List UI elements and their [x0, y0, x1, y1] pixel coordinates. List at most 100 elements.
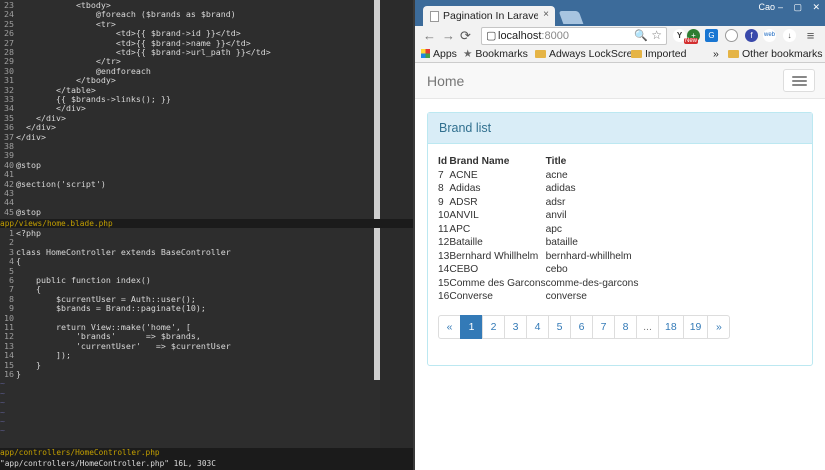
cell-id: 14 — [438, 264, 450, 276]
table-row: 13 Bernhard Whillhelm bernhard-whillhelm — [438, 250, 808, 264]
bookmark-star-icon[interactable]: ☆ — [651, 28, 662, 42]
other-bookmarks[interactable]: Other bookmarks — [728, 48, 823, 60]
cell-id: 10 — [438, 210, 450, 222]
forward-arrow-icon[interactable]: → — [442, 28, 455, 43]
cell-id: 15 — [438, 277, 450, 289]
code-editor[interactable]: 23 <tbody> 24 @foreach ($brands as $brand… — [0, 0, 413, 470]
editor-status-bottom: app/controllers/HomeController.php — [0, 448, 413, 457]
page-link-18[interactable]: 18 — [658, 315, 684, 339]
translate-icon[interactable]: G — [705, 29, 718, 42]
bookmark-bookmarks[interactable]: ★ Bookmarks — [463, 48, 528, 60]
brand-list-panel: Brand list Id Brand Name Title 7 ACNE acne… — [427, 112, 813, 366]
code-line[interactable]: 45 @stop — [0, 207, 374, 217]
table-row: 11 APC apc — [438, 223, 808, 237]
cell-name: ACNE — [449, 169, 478, 181]
cell-title: acne — [545, 169, 568, 181]
editor-scrollbar-top[interactable] — [374, 0, 380, 219]
editor-scrollbar-bottom[interactable] — [374, 228, 380, 380]
apps-icon — [421, 49, 430, 58]
page-link-5[interactable]: 5 — [548, 315, 571, 339]
page-icon — [430, 11, 439, 22]
window-controls[interactable]: – ▢ ✕ — [778, 2, 824, 13]
bookmarks-bar: Apps ★ Bookmarks Adways LockScre Importe… — [415, 46, 825, 63]
next-page-link[interactable]: » — [707, 315, 731, 339]
reload-icon[interactable]: ⟳ — [460, 28, 471, 44]
cell-name: APC — [449, 223, 471, 235]
star-icon: ★ — [463, 48, 476, 60]
column-header-id: Id — [438, 156, 448, 168]
cell-name: Converse — [449, 291, 493, 303]
facebook-icon[interactable]: f — [745, 29, 758, 42]
url-port: :8000 — [541, 30, 569, 42]
panel-heading: Brand list — [428, 113, 812, 144]
cell-title: cebo — [545, 264, 568, 276]
page-link-6[interactable]: 6 — [570, 315, 593, 339]
cell-name: Bernhard Whillhelm — [449, 250, 539, 262]
address-bar[interactable]: ▢ localhost:8000 🔍 ☆ — [481, 27, 667, 45]
table-header-row: Id Brand Name Title — [438, 155, 808, 169]
editor-status-top: app/views/home.blade.php — [0, 219, 413, 228]
panel-title: Brand list — [439, 121, 492, 135]
page-link-2[interactable]: 2 — [482, 315, 505, 339]
navbar-toggle-button[interactable] — [783, 69, 815, 92]
tab-strip: Pagination In Laravel × Cao – ▢ ✕ — [415, 0, 825, 26]
empty-buffer-line: ~ — [0, 425, 5, 436]
bookmark-apps[interactable]: Apps — [421, 48, 457, 60]
brand-table: Id Brand Name Title 7 ACNE acne 8 Adidas adid… — [438, 155, 808, 304]
cell-title: anvil — [545, 210, 567, 222]
table-row: 14 CEBO cebo — [438, 263, 808, 277]
cell-id: 8 — [438, 183, 444, 195]
folder-icon — [535, 50, 546, 58]
column-header-brand-name: Brand Name — [449, 156, 510, 168]
previous-page-link[interactable]: « — [438, 315, 461, 339]
pagination: «1 2 3 4 5 6 7 8... 18 19» — [438, 315, 731, 339]
cell-name: Adidas — [449, 183, 481, 195]
column-header-title: Title — [545, 156, 567, 168]
cell-name: Comme des Garcons — [449, 277, 546, 289]
web-extension-icon[interactable]: web — [763, 29, 776, 42]
page-link-19[interactable]: 19 — [682, 315, 709, 339]
table-row: 10 ANVIL anvil — [438, 209, 808, 223]
cell-title: comme-des-garcons — [545, 277, 639, 289]
new-tab-button[interactable] — [558, 11, 584, 24]
cell-id: 7 — [438, 169, 444, 181]
profile-name[interactable]: Cao — [758, 2, 775, 12]
table-row: 15 Comme des Garcons comme-des-garcons — [438, 277, 808, 291]
page-link-4[interactable]: 4 — [526, 315, 549, 339]
page-content: Home Brand list Id Brand Name Title 7 AC… — [415, 63, 825, 470]
download-icon[interactable]: ↓ — [783, 29, 796, 42]
page-link-1[interactable]: 1 — [460, 315, 483, 339]
browser-window: Pagination In Laravel × Cao – ▢ ✕ ← → ⟳ … — [413, 0, 825, 470]
browser-tab[interactable]: Pagination In Laravel × — [423, 6, 555, 26]
cell-title: apc — [545, 223, 563, 235]
navbar: Home — [415, 63, 825, 99]
bookmark-adways[interactable]: Adways LockScre — [535, 48, 631, 60]
search-icon[interactable]: 🔍 — [634, 29, 648, 42]
editor-pane-home-controller[interactable]: 1 <?php 2 3 class HomeController extends Bas… — [0, 228, 380, 448]
page-link-7[interactable]: 7 — [592, 315, 615, 339]
page-link-8[interactable]: 8 — [614, 315, 637, 339]
editor-command-line: "app/controllers/HomeController.php" 16L… — [0, 457, 413, 470]
new-badge: New — [684, 38, 699, 44]
browser-toolbar: ← → ⟳ ▢ localhost:8000 🔍 ☆ Y + New G f w… — [415, 26, 825, 46]
back-arrow-icon[interactable]: ← — [423, 28, 436, 43]
table-row: 12 Bataille bataille — [438, 236, 808, 250]
cell-id: 16 — [438, 291, 450, 303]
bookmarks-overflow[interactable]: » — [713, 48, 719, 60]
cell-id: 13 — [438, 250, 450, 262]
tab-title: Pagination In Laravel — [443, 10, 538, 22]
navbar-brand-link[interactable]: Home — [427, 73, 464, 89]
cell-title: converse — [545, 291, 587, 303]
table-row: 8 Adidas adidas — [438, 182, 808, 196]
page-ellipsis: ... — [636, 315, 659, 339]
bookmark-imported[interactable]: Imported — [631, 48, 686, 60]
url-host: localhost — [498, 30, 542, 42]
code-text: @stop — [16, 206, 41, 217]
page-info-icon[interactable]: ▢ — [486, 29, 496, 42]
close-tab-icon[interactable]: × — [543, 9, 549, 20]
folder-icon — [728, 50, 739, 58]
editor-pane-home-blade[interactable]: 23 <tbody> 24 @foreach ($brands as $brand… — [0, 0, 380, 219]
clock-icon[interactable] — [725, 29, 738, 42]
page-link-3[interactable]: 3 — [504, 315, 527, 339]
menu-icon[interactable]: ≡ — [804, 29, 817, 42]
